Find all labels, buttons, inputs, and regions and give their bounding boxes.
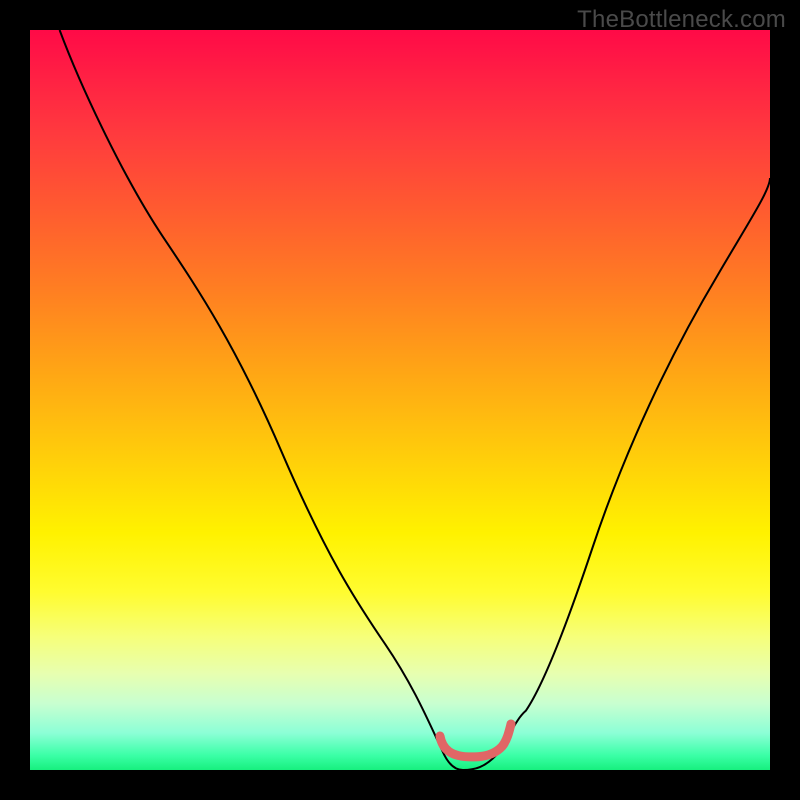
optimal-zone-marker: [440, 724, 511, 757]
bottleneck-curve: [60, 30, 770, 770]
plot-area: [30, 30, 770, 770]
chart-frame: TheBottleneck.com: [0, 0, 800, 800]
chart-svg: [30, 30, 770, 770]
watermark-text: TheBottleneck.com: [577, 6, 786, 34]
